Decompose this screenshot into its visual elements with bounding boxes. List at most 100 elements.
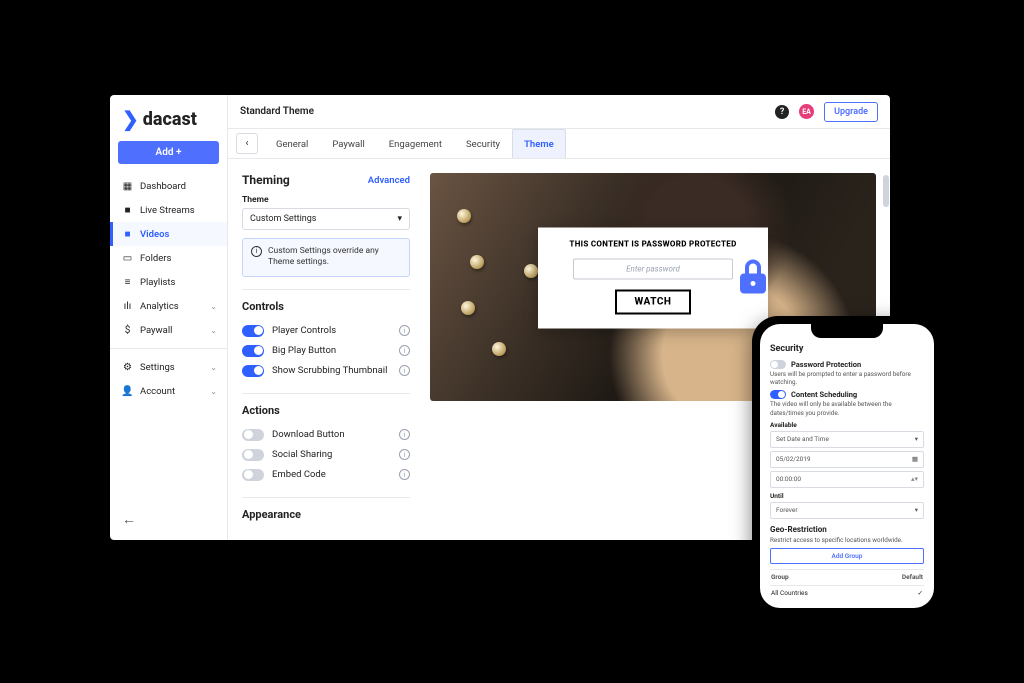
toggle-scrubbing[interactable] [242, 365, 264, 377]
nav-secondary: ⚙ Settings ⌄ 👤 Account ⌄ [110, 355, 227, 403]
theme-value: Custom Settings [250, 214, 316, 224]
collapse-sidebar-icon[interactable]: ← [110, 501, 227, 540]
dollar-icon: $ [122, 325, 133, 336]
back-button[interactable]: ‹ [236, 133, 258, 154]
toggle-social[interactable] [242, 449, 264, 461]
control-player-controls: Player Controls i [242, 321, 410, 341]
ph-row-name: All Countries [771, 589, 808, 597]
tab-security[interactable]: Security [454, 129, 512, 158]
password-input[interactable]: Enter password [573, 258, 733, 279]
sidebar: ❯ dacast Add + ▦ Dashboard ■ Live Stream… [110, 95, 228, 540]
info-icon[interactable]: i [399, 325, 410, 336]
info-icon[interactable]: i [399, 449, 410, 460]
chevron-down-icon: ⌄ [210, 326, 217, 335]
ph-geo-head: Group Default [770, 570, 924, 586]
chart-icon: ılı [122, 301, 133, 312]
ph-scheduling-label: Content Scheduling [791, 390, 857, 399]
toggle-embed[interactable] [242, 469, 264, 481]
camera-icon: ■ [122, 205, 133, 216]
action-label: Embed Code [272, 469, 391, 480]
add-button[interactable]: Add + [118, 141, 219, 164]
ph-available-time[interactable]: 00:00:00 ▴▾ [770, 471, 924, 488]
info-icon[interactable]: i [399, 345, 410, 356]
chevron-down-icon: ▾ [915, 506, 918, 514]
ph-until-value: Forever [776, 506, 798, 514]
decorative-peg [492, 342, 506, 356]
actions-heading: Actions [242, 404, 410, 417]
sidebar-item-videos[interactable]: ■ Videos [110, 222, 227, 246]
chevron-down-icon: ⌄ [210, 387, 217, 396]
tab-general[interactable]: General [264, 129, 320, 158]
theme-select[interactable]: Custom Settings ▾ [242, 208, 410, 230]
appearance-heading: Appearance [242, 508, 410, 521]
sidebar-item-label: Videos [140, 229, 169, 240]
ph-until-select[interactable]: Forever ▾ [770, 502, 924, 519]
sidebar-item-label: Playlists [140, 277, 175, 288]
chevron-down-icon: ⌄ [210, 302, 217, 311]
check-icon: ✓ [918, 589, 923, 597]
sidebar-item-playlists[interactable]: ≡ Playlists [110, 270, 227, 294]
page-title: Standard Theme [240, 106, 765, 117]
toggle-download[interactable] [242, 429, 264, 441]
ph-available-mode[interactable]: Set Date and Time ▾ [770, 431, 924, 448]
phone-notch [811, 324, 883, 338]
ph-add-group-button[interactable]: Add Group [770, 548, 924, 564]
ph-scheduling-desc: The video will only be available between… [770, 400, 924, 416]
decorative-peg [470, 255, 484, 269]
sidebar-item-folders[interactable]: ▭ Folders [110, 246, 227, 270]
sidebar-item-live-streams[interactable]: ■ Live Streams [110, 198, 227, 222]
tabs: ‹ General Paywall Engagement Security Th… [228, 129, 890, 159]
theme-notice: i Custom Settings override any Theme set… [242, 238, 410, 277]
brand-name: dacast [143, 109, 197, 130]
avatar[interactable]: EA [799, 104, 814, 119]
sidebar-item-paywall[interactable]: $ Paywall ⌄ [110, 318, 227, 342]
topbar: Standard Theme ? EA Upgrade [228, 95, 890, 129]
tab-theme[interactable]: Theme [512, 129, 566, 158]
divider [242, 289, 410, 290]
nav-divider [110, 348, 227, 349]
toggle-password-protection[interactable] [770, 360, 786, 369]
settings-panel: Theming Advanced Theme Custom Settings ▾… [228, 159, 424, 540]
grid-icon: ▦ [122, 181, 133, 192]
tab-paywall[interactable]: Paywall [320, 129, 376, 158]
action-social: Social Sharing i [242, 445, 410, 465]
ph-available-date[interactable]: 05/02/2019 ▦ [770, 451, 924, 468]
folder-icon: ▭ [122, 253, 133, 264]
sidebar-item-analytics[interactable]: ılı Analytics ⌄ [110, 294, 227, 318]
ph-date-value: 05/02/2019 [776, 455, 811, 463]
toggle-player-controls[interactable] [242, 325, 264, 337]
controls-heading: Controls [242, 300, 410, 313]
toggle-big-play[interactable] [242, 345, 264, 357]
ph-geo-heading: Geo-Restriction [770, 525, 924, 534]
info-icon[interactable]: i [399, 469, 410, 480]
logo-mark-icon: ❯ [122, 107, 139, 131]
watch-button[interactable]: WATCH [615, 289, 692, 314]
theming-heading: Theming [242, 173, 290, 187]
sidebar-item-label: Live Streams [140, 205, 195, 216]
info-icon: i [251, 246, 262, 257]
action-label: Social Sharing [272, 449, 391, 460]
notice-text: Custom Settings override any Theme setti… [268, 246, 401, 269]
sidebar-item-dashboard[interactable]: ▦ Dashboard [110, 174, 227, 198]
sidebar-item-label: Folders [140, 253, 171, 264]
tab-engagement[interactable]: Engagement [377, 129, 454, 158]
account-icon: 👤 [122, 386, 133, 397]
info-icon[interactable]: i [399, 429, 410, 440]
ph-geo-desc: Restrict access to specific locations wo… [770, 536, 924, 544]
sidebar-item-account[interactable]: 👤 Account ⌄ [110, 379, 227, 403]
info-icon[interactable]: i [399, 365, 410, 376]
phone-mock: Security Password Protection Users will … [752, 316, 942, 616]
divider [242, 497, 410, 498]
sidebar-item-settings[interactable]: ⚙ Settings ⌄ [110, 355, 227, 379]
lock-icon [736, 260, 770, 294]
ph-geo-row[interactable]: All Countries ✓ [770, 586, 924, 601]
video-icon: ■ [122, 229, 133, 240]
toggle-content-scheduling[interactable] [770, 390, 786, 399]
help-icon[interactable]: ? [775, 105, 789, 119]
upgrade-button[interactable]: Upgrade [824, 102, 878, 122]
decorative-peg [524, 264, 538, 278]
advanced-link[interactable]: Advanced [368, 175, 410, 186]
brand-logo: ❯ dacast [110, 95, 227, 141]
sidebar-item-label: Account [140, 386, 175, 397]
sidebar-item-label: Dashboard [140, 181, 186, 192]
